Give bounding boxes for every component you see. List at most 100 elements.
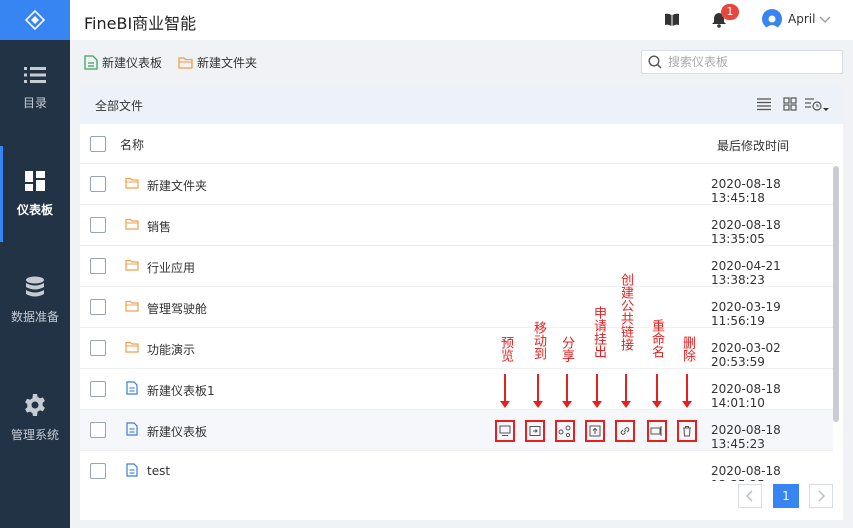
link-icon	[620, 427, 630, 435]
file-name[interactable]: 新建仪表板	[147, 423, 207, 440]
move-to-button[interactable]	[525, 420, 545, 442]
sidebar-item-catalog[interactable]: 目录	[0, 40, 70, 136]
row-checkbox[interactable]	[90, 340, 106, 356]
apply-mount-button[interactable]	[585, 420, 605, 442]
file-name[interactable]: 新建文件夹	[147, 177, 207, 194]
search-input[interactable]	[668, 55, 828, 69]
annotation-share: 分享	[559, 336, 574, 362]
share-icon	[558, 425, 571, 437]
dashboard-file-icon	[126, 422, 138, 436]
file-name[interactable]: 销售	[147, 218, 171, 235]
trash-icon	[683, 426, 691, 437]
annotation-arrow	[500, 374, 510, 408]
annotation-delete: 删除	[680, 336, 695, 362]
file-name[interactable]: 管理驾驶舱	[147, 300, 207, 317]
annotation-arrow	[592, 374, 602, 408]
content-header: 全部文件	[80, 84, 843, 124]
vertical-scrollbar[interactable]	[833, 166, 839, 422]
row-checkbox[interactable]	[90, 422, 106, 438]
folder-icon	[125, 177, 139, 189]
sidebar-item-label: 数据准备	[10, 309, 59, 324]
table-row[interactable]: 功能演示 2020-03-02 20:53:59	[80, 328, 833, 369]
table-header: 名称 最后修改时间	[80, 124, 833, 164]
folder-icon	[125, 341, 139, 353]
column-header-modified: 最后修改时间	[717, 139, 790, 153]
annotation-rename: 重命名	[649, 319, 664, 358]
select-all-checkbox[interactable]	[90, 136, 106, 152]
avatar[interactable]	[762, 9, 782, 29]
annotation-apply-mount: 申请挂出	[591, 306, 606, 358]
share-button[interactable]	[555, 420, 575, 442]
sidebar-item-data-prep[interactable]: 数据准备	[0, 252, 70, 348]
user-name[interactable]: April	[788, 12, 815, 26]
table-row[interactable]: 行业应用 2020-04-21 13:38:23	[80, 246, 833, 287]
preview-button[interactable]	[495, 420, 515, 442]
app-title: FineBI商业智能	[84, 14, 197, 33]
annotation-arrow	[621, 374, 631, 408]
sidebar-item-label: 目录	[22, 95, 47, 110]
row-checkbox[interactable]	[90, 176, 106, 192]
move-to-icon	[529, 426, 541, 436]
breadcrumb[interactable]: 全部文件	[95, 97, 143, 114]
row-checkbox[interactable]	[90, 217, 106, 233]
toolbar: 新建仪表板 新建文件夹	[70, 40, 853, 84]
user-icon	[765, 15, 779, 29]
top-header: FineBI商业智能 1 April	[70, 0, 853, 40]
page-number-current[interactable]: 1	[773, 484, 799, 508]
grid-view-icon[interactable]	[782, 96, 798, 112]
search-icon	[648, 55, 662, 69]
table-row[interactable]: 管理驾驶舱 2020-03-19 11:56:19	[80, 287, 833, 328]
new-folder-button[interactable]: 新建文件夹	[178, 54, 257, 71]
preview-icon	[499, 425, 511, 436]
create-public-link-button[interactable]	[615, 420, 635, 442]
sort-time-icon[interactable]	[804, 96, 832, 112]
file-name[interactable]: 功能演示	[147, 341, 195, 358]
file-modified-time: 2020-08-18 13:35:05	[711, 218, 781, 246]
new-folder-icon	[178, 57, 193, 69]
file-modified-time: 2020-03-02 20:53:59	[711, 341, 781, 369]
prev-page-button[interactable]	[738, 484, 762, 508]
finebi-logo-icon	[25, 10, 45, 30]
sidebar-item-dashboard[interactable]: 仪表板	[0, 146, 70, 242]
row-checkbox[interactable]	[90, 299, 106, 315]
column-header-name: 名称	[120, 138, 145, 152]
table-row[interactable]: 销售 2020-08-18 13:35:05	[80, 205, 833, 246]
dashboard-icon	[25, 170, 45, 191]
sidebar: 目录 仪表板 数据准备 管理系统	[0, 0, 70, 528]
file-name[interactable]: 新建仪表板1	[147, 382, 215, 399]
new-dashboard-label: 新建仪表板	[102, 56, 163, 70]
annotation-move-to: 移动到	[531, 321, 546, 360]
file-modified-time: 2020-08-18 13:35:25	[711, 464, 781, 481]
book-icon[interactable]	[663, 11, 681, 29]
next-page-button[interactable]	[809, 484, 833, 508]
folder-icon	[125, 259, 139, 271]
chevron-down-icon[interactable]	[819, 13, 831, 25]
delete-button[interactable]	[677, 420, 697, 442]
new-dashboard-icon	[84, 55, 98, 70]
row-checkbox[interactable]	[90, 258, 106, 274]
sidebar-item-management[interactable]: 管理系统	[0, 370, 70, 466]
folder-icon	[125, 218, 139, 230]
app-logo[interactable]	[0, 0, 70, 40]
row-checkbox[interactable]	[90, 381, 106, 397]
mount-icon	[589, 425, 601, 437]
sidebar-item-label: 管理系统	[10, 427, 59, 442]
list-icon	[24, 66, 46, 83]
rename-button[interactable]	[647, 420, 667, 442]
file-modified-time: 2020-04-21 13:38:23	[711, 259, 781, 287]
table-row-hovered[interactable]: 新建仪表板 2020-08-18 13:45:23	[80, 410, 833, 451]
rename-icon	[650, 426, 662, 436]
new-dashboard-button[interactable]: 新建仪表板	[84, 54, 162, 71]
table-row[interactable]: 新建仪表板1 2020-08-18 14:01:10	[80, 369, 833, 410]
search-box[interactable]	[641, 50, 843, 74]
row-checkbox[interactable]	[90, 463, 106, 479]
file-modified-time: 2020-08-18 13:45:23	[711, 423, 781, 451]
table-row[interactable]: test 2020-08-18 13:35:25	[80, 451, 833, 481]
file-name[interactable]: test	[147, 464, 170, 478]
file-modified-time: 2020-08-18 13:45:18	[711, 177, 781, 205]
list-view-icon[interactable]	[756, 96, 772, 112]
annotation-arrow	[562, 374, 572, 408]
table-row[interactable]: 新建文件夹 2020-08-18 13:45:18	[80, 164, 833, 205]
file-list-panel: 全部文件 名称 最后修改时间 新建文件夹 2020-08-18 13:45:18…	[80, 84, 843, 520]
file-name[interactable]: 行业应用	[147, 259, 195, 276]
